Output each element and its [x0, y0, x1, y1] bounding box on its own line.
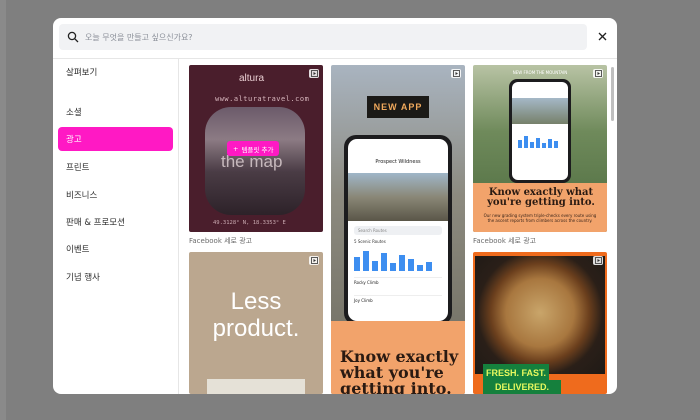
sidebar-item-print[interactable]: 프린트 [58, 155, 173, 179]
screen-bar-chart [354, 249, 442, 271]
screen-title: Prospect Wildness [375, 159, 421, 165]
sidebar-item-ads[interactable]: 광고 [58, 127, 173, 151]
template-modal: 살펴보기 소셜 광고 프린트 비즈니스 판매 & 프로모션 이벤트 기념 행사 … [53, 18, 617, 394]
sidebar-item-celebrations[interactable]: 기념 행사 [58, 265, 173, 289]
add-template-label: 템플릿 추가 [241, 145, 274, 154]
search-input[interactable] [85, 32, 565, 42]
card-caption-altura: Facebook 세로 광고 [189, 237, 253, 245]
phone-screen [512, 82, 568, 180]
card-url-text: www.alturatravel.com [215, 95, 310, 103]
screen-row-2: Joy Climb [354, 295, 442, 303]
card-headline: Know exactly what you're getting into. [487, 187, 595, 208]
video-badge-icon [593, 256, 603, 265]
template-card-new-app[interactable]: NEW APP Prospect Wildness Search Routes … [331, 65, 465, 394]
video-badge-icon [451, 69, 461, 78]
phone-screen: Prospect Wildness Search Routes 5 Scenic… [348, 139, 448, 321]
sidebar-item-explore[interactable]: 살펴보기 [58, 60, 173, 84]
template-card-altura[interactable]: altura www.alturatravel.com the map 49.3… [189, 65, 323, 232]
sidebar-item-sales-promotion[interactable]: 판매 & 프로모션 [58, 210, 173, 234]
card-headline-line2: DELIVERED. [483, 380, 561, 394]
card-product-box [207, 379, 305, 394]
search-icon [67, 28, 79, 47]
card-caption-mountain: Facebook 세로 광고 [473, 237, 537, 245]
card-headline: Know exactly what you're getting into. [340, 347, 459, 395]
card-logo: altura [239, 73, 265, 84]
screen-photo [348, 173, 448, 221]
phone-mockup [509, 79, 571, 183]
card-subtext: Our new grading system triple-checks eve… [483, 213, 597, 223]
new-app-badge: NEW APP [367, 96, 429, 118]
screen-row-1: Rocky Climb [354, 277, 442, 285]
scrollbar[interactable] [611, 67, 614, 121]
add-template-button[interactable]: + 템플릿 추가 [227, 141, 280, 156]
video-badge-icon [309, 69, 319, 78]
video-badge-icon [309, 256, 319, 265]
template-card-less-product[interactable]: Less product. [189, 252, 323, 394]
plus-icon: + [233, 144, 239, 153]
left-edge [0, 0, 6, 420]
template-card-pizza[interactable]: FRESH. FAST. DELIVERED. [473, 252, 607, 394]
card-headline: Less product. [212, 288, 300, 342]
close-icon [598, 32, 606, 40]
search-bar[interactable] [59, 24, 587, 50]
card-coordinates: 49.3128° N, 18.3353° E [213, 220, 286, 226]
screen-search: Search Routes [354, 226, 442, 235]
screen-routes-label: 5 Scenic Routes [354, 239, 386, 244]
card-top-text: NEW FROM THE MOUNTAIN [512, 70, 568, 75]
pizza-photo [475, 256, 605, 374]
screen-bar-chart [518, 136, 562, 148]
sidebar-item-events[interactable]: 이벤트 [58, 237, 173, 261]
sidebar-item-business[interactable]: 비즈니스 [58, 183, 173, 207]
category-sidebar: 살펴보기 소셜 광고 프린트 비즈니스 판매 & 프로모션 이벤트 기념 행사 [53, 59, 179, 394]
template-grid: altura www.alturatravel.com the map 49.3… [179, 59, 617, 394]
phone-mockup: Prospect Wildness Search Routes 5 Scenic… [344, 135, 452, 325]
close-button[interactable] [595, 29, 609, 43]
template-card-mountain[interactable]: NEW FROM THE MOUNTAIN Know exactly what … [473, 65, 607, 232]
screen-photo [512, 98, 568, 124]
sidebar-item-social[interactable]: 소셜 [58, 100, 173, 124]
video-badge-icon [593, 69, 603, 78]
